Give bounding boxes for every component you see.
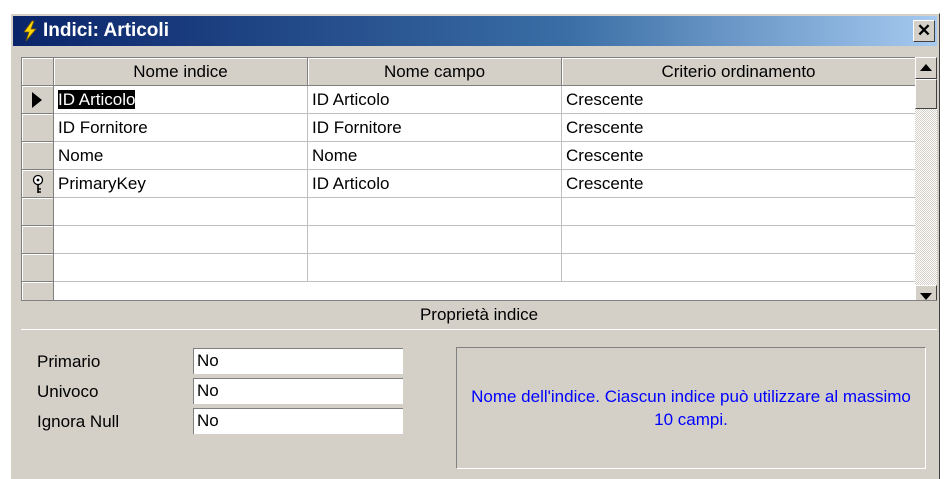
- indexes-window: Indici: Articoli ✕ Nome indice Nome camp…: [10, 13, 940, 479]
- field-name-cell[interactable]: ID Articolo: [308, 86, 562, 114]
- unique-label: Univoco: [37, 382, 99, 401]
- close-icon: ✕: [916, 21, 932, 40]
- index-properties-header: Proprietà indice: [21, 300, 937, 330]
- row-selector[interactable]: [22, 226, 54, 254]
- row-selector[interactable]: [22, 254, 54, 282]
- lightning-icon: [23, 20, 37, 42]
- ignore-null-field[interactable]: No: [193, 408, 403, 434]
- index-name-cell[interactable]: Nome: [54, 142, 308, 170]
- primary-field[interactable]: No: [193, 348, 403, 374]
- field-name-cell[interactable]: [308, 254, 562, 282]
- field-name-cell[interactable]: [308, 198, 562, 226]
- sort-order-cell[interactable]: [562, 254, 916, 282]
- index-name-cell[interactable]: [54, 198, 308, 226]
- column-header-index-name[interactable]: Nome indice: [54, 58, 308, 86]
- arrow-up-icon: [920, 64, 932, 71]
- index-grid: Nome indice Nome campo Criterio ordiname…: [21, 57, 921, 308]
- field-name-cell[interactable]: ID Articolo: [308, 170, 562, 198]
- row-selector[interactable]: [22, 114, 54, 142]
- sort-order-cell[interactable]: Crescente: [562, 170, 916, 198]
- sort-order-cell[interactable]: Crescente: [562, 142, 916, 170]
- column-header-sort-order[interactable]: Criterio ordinamento: [562, 58, 916, 86]
- field-name-cell[interactable]: [308, 226, 562, 254]
- window-title: Indici: Articoli: [43, 20, 169, 41]
- current-row-arrow-icon: [32, 92, 42, 108]
- select-all-corner[interactable]: [22, 58, 54, 86]
- sort-order-cell[interactable]: [562, 198, 916, 226]
- field-name-cell[interactable]: Nome: [308, 142, 562, 170]
- index-name-cell[interactable]: [54, 226, 308, 254]
- index-name-cell[interactable]: ID Fornitore: [54, 114, 308, 142]
- row-selector[interactable]: [22, 198, 54, 226]
- primary-label: Primario: [37, 352, 101, 371]
- primary-key-icon: [32, 174, 44, 193]
- field-name-cell[interactable]: ID Fornitore: [308, 114, 562, 142]
- sort-order-cell[interactable]: Crescente: [562, 86, 916, 114]
- index-name-cell[interactable]: ID Articolo: [54, 86, 308, 114]
- help-text-panel: Nome dell'indice. Ciascun indice può uti…: [456, 347, 926, 469]
- unique-field[interactable]: No: [193, 378, 403, 404]
- row-selector[interactable]: [22, 142, 54, 170]
- row-selector[interactable]: [22, 170, 54, 198]
- close-button[interactable]: ✕: [913, 20, 935, 42]
- index-name-cell[interactable]: PrimaryKey: [54, 170, 308, 198]
- row-selector[interactable]: [22, 86, 54, 114]
- sort-order-cell[interactable]: [562, 226, 916, 254]
- scroll-thumb[interactable]: [915, 79, 937, 109]
- column-header-field-name[interactable]: Nome campo: [308, 58, 562, 86]
- index-name-cell[interactable]: [54, 254, 308, 282]
- ignore-null-label: Ignora Null: [37, 412, 120, 431]
- title-bar[interactable]: Indici: Articoli ✕: [13, 16, 937, 46]
- help-text: Nome dell'indice. Ciascun indice può uti…: [471, 387, 911, 429]
- scroll-up-button[interactable]: [915, 57, 937, 79]
- sort-order-cell[interactable]: Crescente: [562, 114, 916, 142]
- vertical-scrollbar[interactable]: [915, 57, 937, 307]
